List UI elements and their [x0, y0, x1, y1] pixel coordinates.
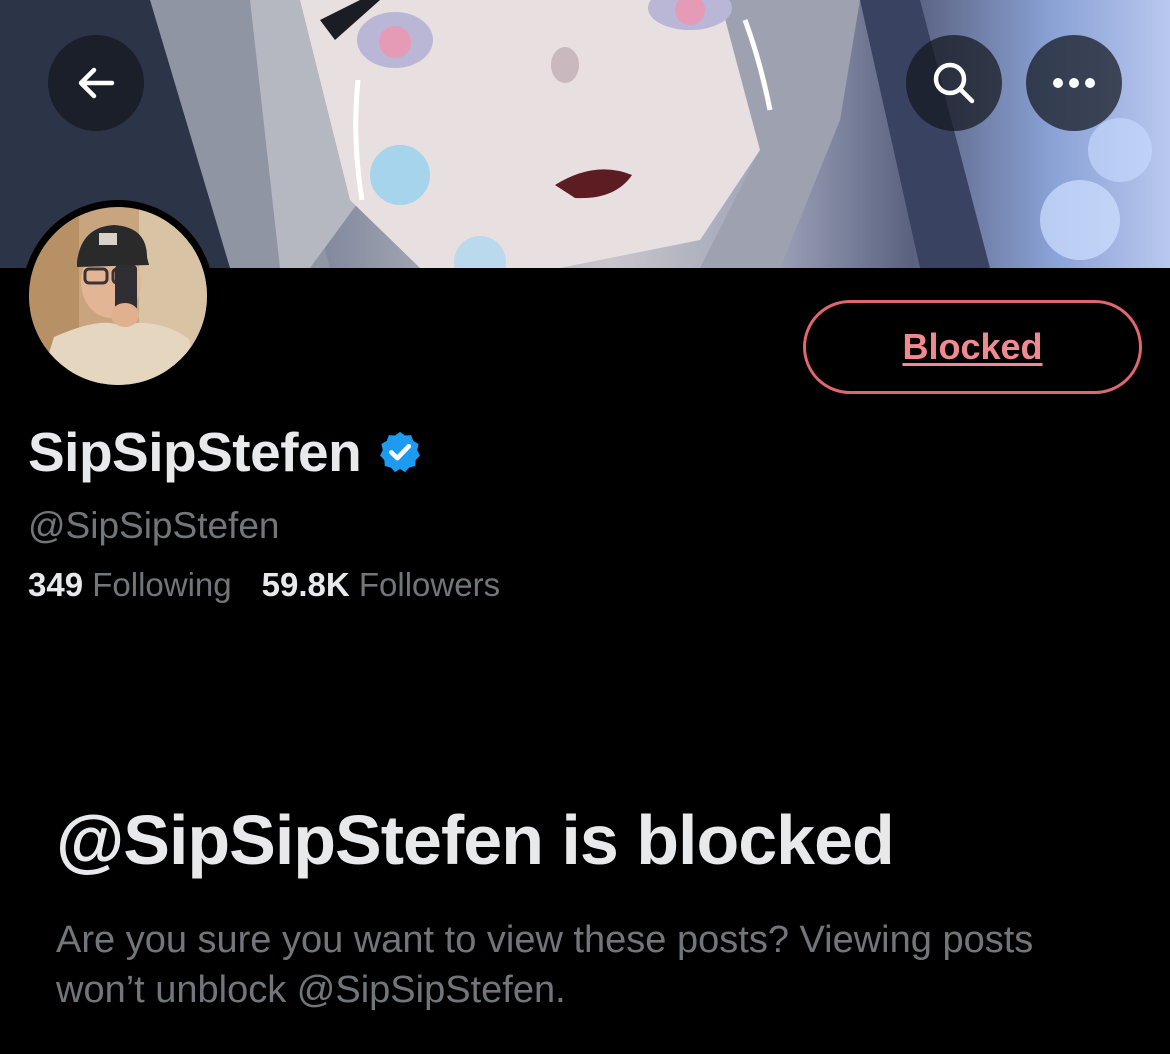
display-name: SipSipStefen: [28, 421, 362, 483]
following-label: Following: [92, 566, 232, 603]
blocked-notice-description: Are you sure you want to view these post…: [56, 919, 1034, 1011]
followers-count: 59.8K: [261, 566, 350, 603]
user-handle: @SipSipStefen: [28, 505, 280, 546]
search-button[interactable]: [906, 35, 1002, 131]
search-icon: [933, 62, 975, 104]
avatar[interactable]: [22, 200, 214, 392]
more-horizontal-icon: [1053, 78, 1095, 88]
following-count: 349: [28, 566, 84, 603]
more-options-button[interactable]: [1026, 35, 1122, 131]
followers-label: Followers: [358, 566, 501, 603]
blocked-button[interactable]: Blocked: [803, 300, 1142, 394]
blocked-button-label: Blocked: [902, 326, 1043, 367]
blocked-notice-title: @SipSipStefen is blocked: [56, 801, 895, 879]
following-link[interactable]: 349 Following: [28, 566, 232, 604]
display-name-row: SipSipStefen: [28, 420, 423, 484]
followers-link[interactable]: 59.8K Followers: [262, 566, 500, 604]
arrow-left-icon: [78, 67, 115, 99]
avatar-photo: [29, 207, 207, 385]
back-button[interactable]: [48, 35, 144, 131]
verified-badge-icon[interactable]: [377, 429, 423, 475]
profile-stats: 349 Following 59.8K Followers: [28, 566, 530, 604]
